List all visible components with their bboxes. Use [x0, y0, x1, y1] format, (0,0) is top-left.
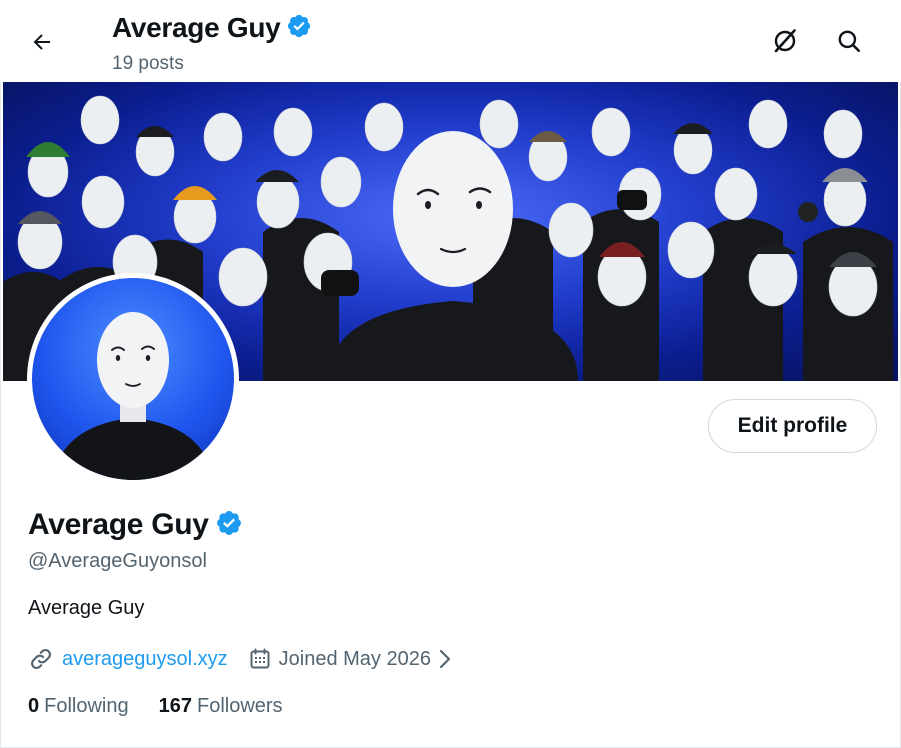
joined-date: Joined May 2026 [278, 647, 431, 670]
profile-bio: Average Guy [28, 597, 145, 619]
display-name: Average Guy [28, 508, 209, 541]
following-label: Following [44, 695, 129, 717]
back-button[interactable] [22, 24, 62, 64]
edit-profile-button[interactable]: Edit profile [708, 399, 877, 453]
grok-icon [772, 28, 798, 59]
posts-count: 19 posts [112, 53, 184, 74]
profile-handle: @AverageGuyonsol [28, 550, 207, 572]
header-title-row: Average Guy [112, 12, 312, 44]
verified-badge-icon [286, 13, 312, 44]
search-icon [836, 28, 862, 59]
chevron-right-icon[interactable] [437, 648, 453, 670]
grok-button[interactable] [764, 22, 806, 64]
calendar-icon [247, 646, 273, 672]
profile-meta-row: averageguysol.xyz Joined May 2026 [28, 645, 453, 673]
arrow-left-icon [30, 30, 54, 59]
following-count: 0 [28, 695, 40, 717]
website-link[interactable]: averageguysol.xyz [62, 648, 228, 671]
followers-label: Followers [196, 695, 283, 717]
link-icon [28, 646, 54, 672]
following-link[interactable]: 0 Following [28, 695, 129, 718]
followers-link[interactable]: 167 Followers [159, 695, 283, 718]
profile-name-row: Average Guy [28, 508, 243, 542]
followers-count: 167 [158, 695, 192, 717]
avatar-image [32, 278, 234, 480]
follow-stats: 0 Following 167 Followers [28, 695, 283, 718]
verified-badge-icon[interactable] [215, 509, 243, 542]
profile-avatar[interactable] [27, 273, 239, 485]
profile-header: Average Guy 19 posts [0, 0, 901, 82]
search-button[interactable] [828, 22, 870, 64]
header-title: Average Guy [112, 12, 281, 43]
